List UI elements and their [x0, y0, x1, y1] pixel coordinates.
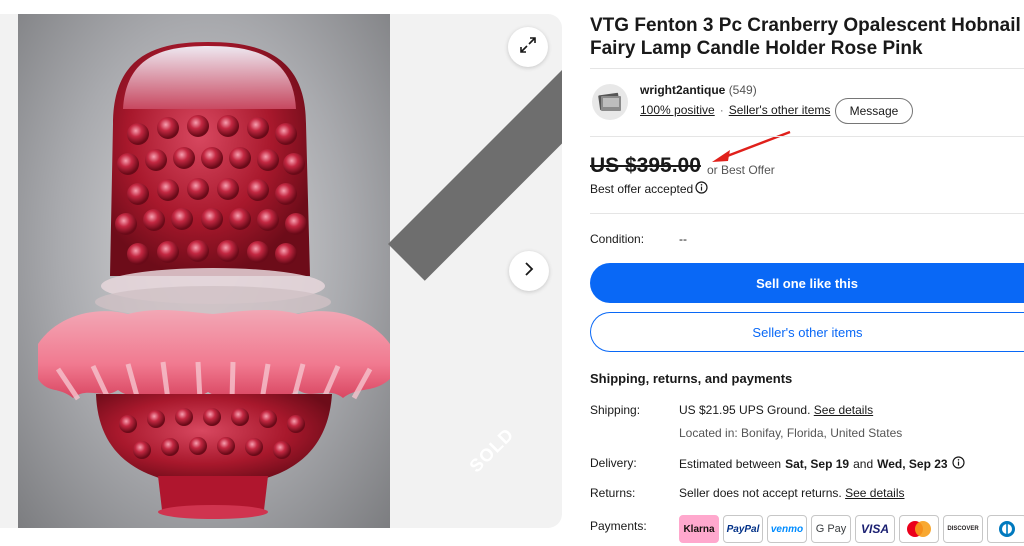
- delivery-prefix: Estimated between: [679, 457, 782, 471]
- chevron-right-icon: [522, 261, 536, 281]
- store-icon: [598, 92, 621, 111]
- returns-value: Seller does not accept returns.: [679, 486, 842, 500]
- listing-title: VTG Fenton 3 Pc Cranberry Opalescent Hob…: [590, 15, 1021, 59]
- condition-value: --: [679, 232, 687, 246]
- shipping-label: Shipping:: [590, 403, 641, 417]
- visa-icon: VISA: [855, 515, 895, 543]
- next-image-button[interactable]: [509, 251, 549, 291]
- diners-club-icon: [987, 515, 1024, 543]
- message-button[interactable]: Message: [835, 98, 913, 124]
- sellers-other-items-button[interactable]: Seller's other items: [590, 312, 1024, 352]
- delivery-label: Delivery:: [590, 456, 637, 470]
- best-offer-text: or Best Offer: [707, 163, 775, 177]
- separator-dot: ·: [719, 103, 724, 117]
- item-details-panel: VTG Fenton 3 Pc Cranberry Opalescent Hob…: [590, 0, 1024, 546]
- returns-label: Returns:: [590, 486, 636, 500]
- divider: [590, 68, 1024, 69]
- seller-name-row[interactable]: wright2antique (549): [640, 83, 757, 97]
- seller-feedback-count: (549): [728, 83, 757, 97]
- klarna-icon: Klarna: [679, 515, 719, 543]
- paypal-icon: PayPal: [723, 515, 763, 543]
- google-pay-icon: G Pay: [811, 515, 851, 543]
- expand-icon: [519, 36, 537, 59]
- image-gallery: SOLD: [0, 14, 562, 528]
- delivery-value-row: Estimated between Sat, Sep 19 and Wed, S…: [679, 456, 965, 472]
- divider: [590, 136, 1024, 137]
- delivery-start-date: Sat, Sep 19: [785, 457, 850, 471]
- product-photo[interactable]: [18, 14, 390, 528]
- offer-accepted-row: Best offer accepted: [590, 181, 708, 197]
- returns-see-details-link[interactable]: See details: [845, 486, 904, 500]
- divider: [590, 213, 1024, 214]
- seller-other-items-link[interactable]: Seller's other items: [729, 103, 831, 117]
- seller-links: 100% positive · Seller's other items: [640, 103, 830, 117]
- delivery-end-date: Wed, Sep 23: [877, 457, 948, 471]
- item-location: Located in: Bonifay, Florida, United Sta…: [679, 426, 903, 440]
- shipping-value-row: US $21.95 UPS Ground. See details: [679, 403, 873, 417]
- expand-image-button[interactable]: [508, 27, 548, 67]
- info-icon[interactable]: [952, 456, 965, 472]
- offer-accepted-text: Best offer accepted: [590, 182, 694, 196]
- shipping-section-title: Shipping, returns, and payments: [590, 371, 793, 386]
- seller-positive-link[interactable]: 100% positive: [640, 103, 715, 117]
- mastercard-icon: [899, 515, 939, 543]
- discover-icon: DISCOVER: [943, 515, 983, 543]
- shipping-value: US $21.95 UPS Ground.: [679, 403, 811, 417]
- delivery-and: and: [853, 457, 874, 471]
- venmo-icon: venmo: [767, 515, 807, 543]
- seller-name[interactable]: wright2antique: [640, 83, 725, 97]
- info-icon[interactable]: [695, 181, 708, 197]
- shipping-see-details-link[interactable]: See details: [814, 403, 873, 417]
- price: US $395.00: [590, 154, 701, 177]
- sold-label: SOLD: [465, 423, 518, 477]
- condition-label: Condition:: [590, 232, 645, 246]
- payment-methods: Klarna PayPal venmo G Pay VISA DISCOVER: [679, 515, 1024, 543]
- sell-one-like-this-button[interactable]: Sell one like this: [590, 263, 1024, 303]
- seller-avatar[interactable]: [592, 84, 628, 120]
- returns-value-row: Seller does not accept returns. See deta…: [679, 486, 904, 500]
- payments-label: Payments:: [590, 519, 647, 533]
